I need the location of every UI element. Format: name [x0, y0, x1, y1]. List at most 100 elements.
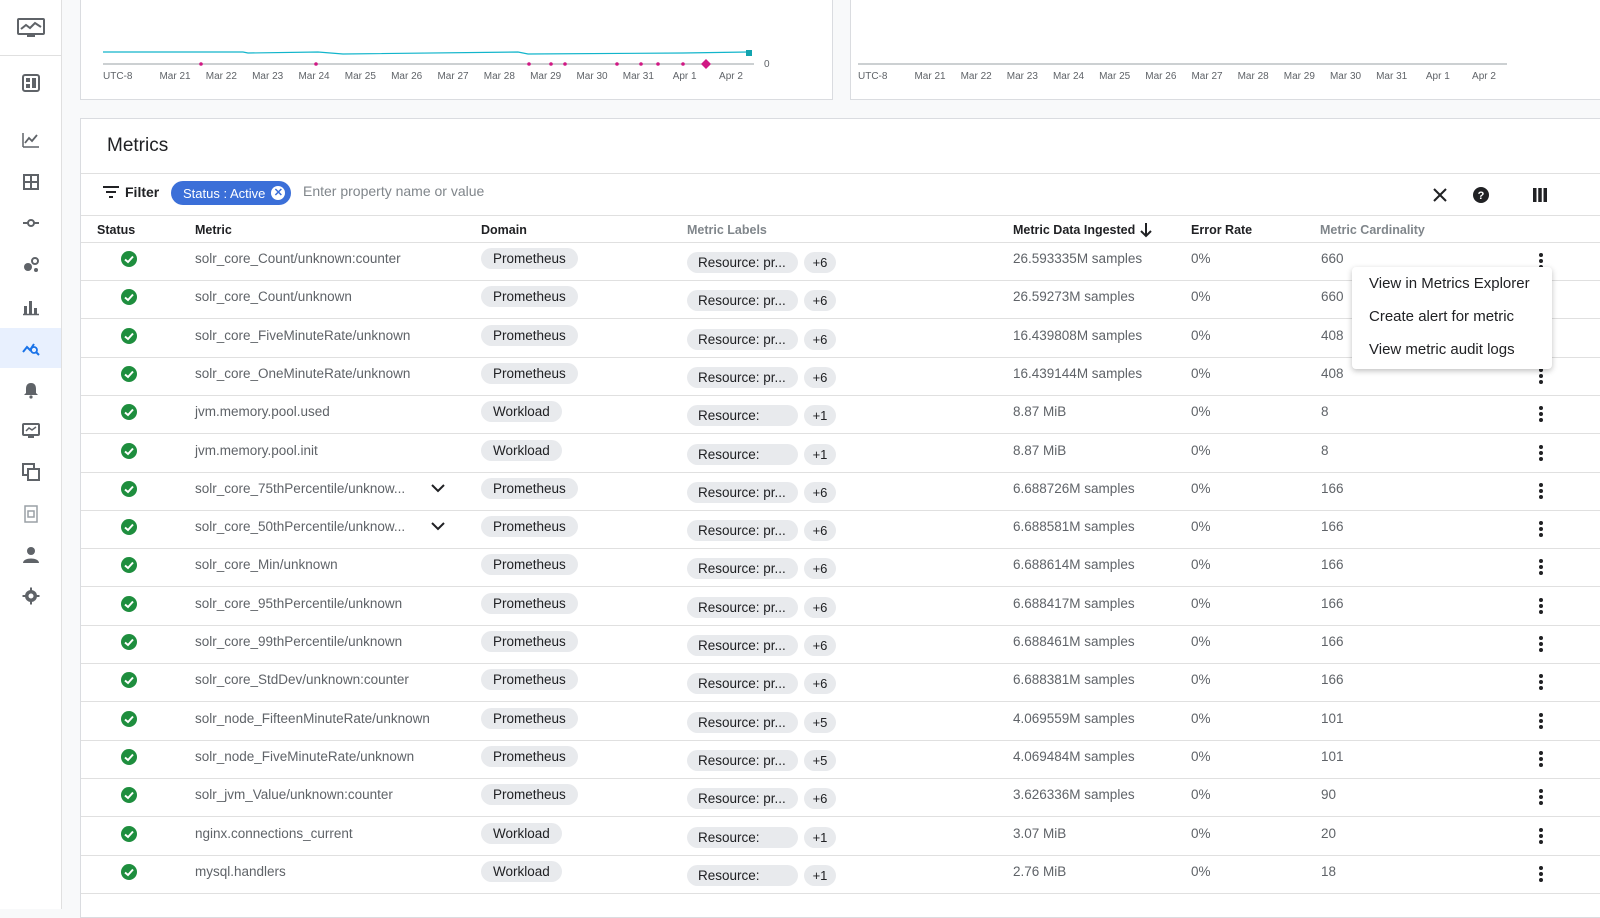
metric-name[interactable]: mysql.handlers	[195, 864, 286, 879]
nav-settings[interactable]	[0, 576, 61, 616]
metric-label-chip[interactable]: Resource: pr...	[687, 328, 798, 350]
metric-name[interactable]: solr_core_Count/unknown	[195, 289, 352, 304]
more-labels-chip[interactable]: +6	[804, 290, 836, 312]
filter-button[interactable]: Filter	[103, 184, 159, 200]
nav-grid[interactable]	[0, 162, 61, 202]
metric-label-chip[interactable]: Resource: pr...	[687, 558, 798, 580]
metric-label-chip[interactable]: Resource: pr...	[687, 481, 798, 503]
clear-filter-button[interactable]	[1427, 182, 1453, 208]
row-more-button[interactable]	[1531, 555, 1551, 579]
metric-name[interactable]: solr_core_OneMinuteRate/unknown	[195, 366, 410, 381]
more-labels-chip[interactable]: +1	[804, 826, 836, 848]
menu-create-alert[interactable]: Create alert for metric	[1352, 306, 1552, 339]
table-row[interactable]: solr_jvm_Value/unknown:counter Prometheus…	[81, 779, 1600, 818]
metric-name[interactable]: jvm.memory.pool.used	[195, 404, 330, 419]
menu-view-audit-logs[interactable]: View metric audit logs	[1352, 339, 1552, 372]
active-filter-chip[interactable]: Status : Active ✕	[171, 181, 292, 205]
metric-name[interactable]: solr_core_Min/unknown	[195, 557, 338, 572]
col-metric-header[interactable]: Metric	[195, 223, 232, 237]
menu-view-in-metrics-explorer[interactable]: View in Metrics Explorer	[1352, 273, 1552, 306]
row-more-button[interactable]	[1531, 441, 1551, 465]
metric-name[interactable]: solr_node_FiveMinuteRate/unknown	[195, 749, 414, 764]
chevron-down-icon[interactable]	[429, 479, 447, 497]
table-row[interactable]: solr_core_StdDev/unknown:counter Promethe…	[81, 664, 1600, 703]
metric-label-chip[interactable]: Resource: pr...	[687, 252, 798, 273]
col-status-header[interactable]: Status	[97, 223, 135, 237]
help-button[interactable]: ?	[1468, 182, 1494, 208]
row-more-button[interactable]	[1531, 785, 1551, 809]
more-labels-chip[interactable]: +6	[804, 252, 836, 273]
table-row[interactable]: jvm.memory.pool.used Workload Resource: gc…	[81, 396, 1600, 435]
metric-name[interactable]: solr_core_50thPercentile/unknow...	[195, 519, 405, 534]
metric-name[interactable]: solr_jvm_Value/unknown:counter	[195, 787, 393, 802]
more-labels-chip[interactable]: +6	[804, 596, 836, 618]
row-more-button[interactable]	[1531, 747, 1551, 771]
metric-name[interactable]: solr_core_99thPercentile/unknown	[195, 634, 402, 649]
sort-descending-icon[interactable]	[1139, 222, 1153, 238]
metric-name[interactable]: solr_core_95thPercentile/unknown	[195, 596, 402, 611]
more-labels-chip[interactable]: +6	[804, 558, 836, 580]
table-row[interactable]: nginx.connections_current Workload Resourc…	[81, 818, 1600, 856]
metric-name[interactable]: solr_core_FiveMinuteRate/unknown	[195, 328, 410, 343]
metric-label-chip[interactable]: Resource: pr...	[687, 749, 798, 771]
row-more-button[interactable]	[1531, 402, 1551, 426]
nav-overview[interactable]	[0, 63, 61, 103]
more-labels-chip[interactable]: +6	[804, 481, 836, 503]
table-row[interactable]: solr_node_FifteenMinuteRate/unknown Prome…	[81, 703, 1600, 741]
nav-dashboards[interactable]	[0, 120, 61, 160]
metric-name[interactable]: jvm.memory.pool.init	[195, 443, 318, 458]
more-labels-chip[interactable]: +6	[804, 520, 836, 542]
metric-name[interactable]: solr_core_75thPercentile/unknow...	[195, 481, 405, 496]
metric-label-chip[interactable]: Resource: gc...	[687, 864, 798, 886]
metric-label-chip[interactable]: Resource: pr...	[687, 366, 798, 388]
row-more-button[interactable]	[1531, 632, 1551, 656]
metric-label-chip[interactable]: Resource: gc...	[687, 405, 798, 427]
table-row[interactable]: solr_core_Min/unknown Prometheus Resource:…	[81, 549, 1600, 588]
metric-label-chip[interactable]: Resource: pr...	[687, 290, 798, 312]
col-error-header[interactable]: Error Rate	[1191, 223, 1252, 237]
col-ingested-header[interactable]: Metric Data Ingested	[1013, 223, 1135, 237]
more-labels-chip[interactable]: +6	[804, 635, 836, 656]
monitoring-logo[interactable]	[0, 0, 62, 56]
nav-docs[interactable]	[0, 494, 61, 534]
metric-label-chip[interactable]: Resource: pr...	[687, 596, 798, 618]
table-row[interactable]: mysql.handlers Workload Resource: gc... +1 2…	[81, 856, 1600, 894]
filter-search-input[interactable]	[303, 183, 803, 199]
more-labels-chip[interactable]: +6	[804, 366, 836, 388]
more-labels-chip[interactable]: +6	[804, 788, 836, 810]
metric-name[interactable]: solr_core_Count/unknown:counter	[195, 251, 401, 266]
remove-filter-icon[interactable]: ✕	[271, 186, 286, 200]
nav-uptime[interactable]	[0, 411, 61, 451]
table-row[interactable]: solr_core_75thPercentile/unknow... Promet…	[81, 473, 1600, 511]
col-domain-header[interactable]: Domain	[481, 223, 527, 237]
metric-label-chip[interactable]: Resource: pr...	[687, 711, 798, 733]
metric-label-chip[interactable]: Resource: pr...	[687, 788, 798, 810]
nav-alerting[interactable]	[0, 370, 61, 410]
more-labels-chip[interactable]: +6	[804, 673, 836, 695]
more-labels-chip[interactable]: +5	[804, 711, 836, 733]
metric-name[interactable]: nginx.connections_current	[195, 826, 353, 841]
metric-name[interactable]: solr_core_StdDev/unknown:counter	[195, 672, 409, 687]
chevron-down-icon[interactable]	[429, 517, 447, 535]
more-labels-chip[interactable]: +1	[804, 864, 836, 886]
more-labels-chip[interactable]: +1	[804, 443, 836, 465]
row-more-button[interactable]	[1531, 824, 1551, 848]
row-more-button[interactable]	[1531, 862, 1551, 886]
row-more-button[interactable]	[1531, 670, 1551, 694]
table-row[interactable]: solr_node_FiveMinuteRate/unknown Promethe…	[81, 741, 1600, 779]
row-more-button[interactable]	[1531, 594, 1551, 618]
metric-label-chip[interactable]: Resource: pr...	[687, 520, 798, 542]
nav-groups[interactable]	[0, 452, 61, 492]
metric-label-chip[interactable]: Resource: pr...	[687, 635, 798, 656]
metric-label-chip[interactable]: Resource: gc...	[687, 826, 798, 848]
more-labels-chip[interactable]: +5	[804, 749, 836, 771]
row-more-button[interactable]	[1531, 517, 1551, 541]
row-more-button[interactable]	[1531, 479, 1551, 503]
nav-trace[interactable]	[0, 203, 61, 243]
table-row[interactable]: solr_core_50thPercentile/unknow... Promet…	[81, 511, 1600, 550]
column-display-button[interactable]	[1527, 182, 1553, 208]
table-row[interactable]: jvm.memory.pool.init Workload Resource: gc…	[81, 435, 1600, 473]
nav-bar-chart[interactable]	[0, 287, 61, 327]
more-labels-chip[interactable]: +1	[804, 405, 836, 427]
nav-services[interactable]	[0, 245, 61, 285]
